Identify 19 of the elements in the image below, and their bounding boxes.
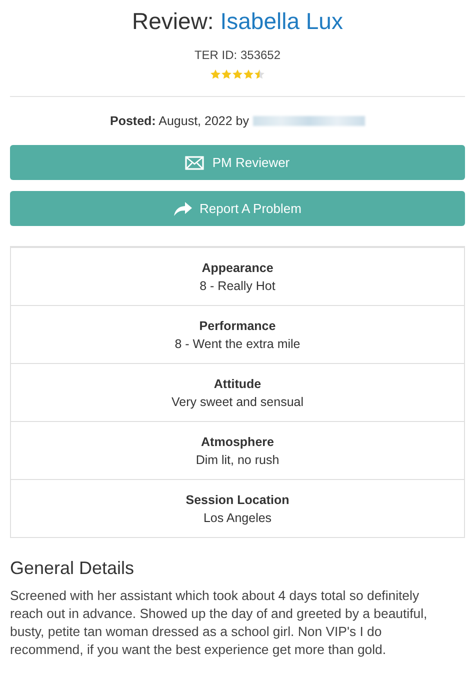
pm-button[interactable]: PM Reviewer <box>10 145 465 180</box>
detail-value: 8 - Went the extra mile <box>174 336 300 350</box>
detail-value: Dim lit, no rush <box>196 452 280 466</box>
detail-label: Session Location <box>186 492 290 506</box>
review-text: Screened with her assistant which took about 4 days total so definitely reach out in advance. Showed up the day of and greeted by a beautiful, busty, petite tan woman dressed as a school girl. Non VIP's I do recommend, if you want the best experience get more than gold. <box>10 587 428 659</box>
detail-value: Very sweet and sensual <box>171 394 304 408</box>
detail-value: Los Angeles <box>203 510 272 524</box>
report-button[interactable]: Report A Problem <box>10 191 465 226</box>
detail-value: 8 - Really Hot <box>200 278 276 292</box>
share-arrow-icon <box>174 202 192 216</box>
section-heading: General Details <box>10 558 136 579</box>
detail-label: Attitude <box>214 376 262 390</box>
detail-label: Performance <box>199 318 276 332</box>
posted-text: Posted: August, 2022 by <box>110 114 249 128</box>
detail-label: Appearance <box>202 260 274 274</box>
detail-label: Atmosphere <box>201 434 274 448</box>
ter-id: TER ID: 353652 <box>193 48 282 62</box>
envelope-icon <box>185 156 204 170</box>
review-title: Review: Isabella Lux <box>131 7 344 36</box>
